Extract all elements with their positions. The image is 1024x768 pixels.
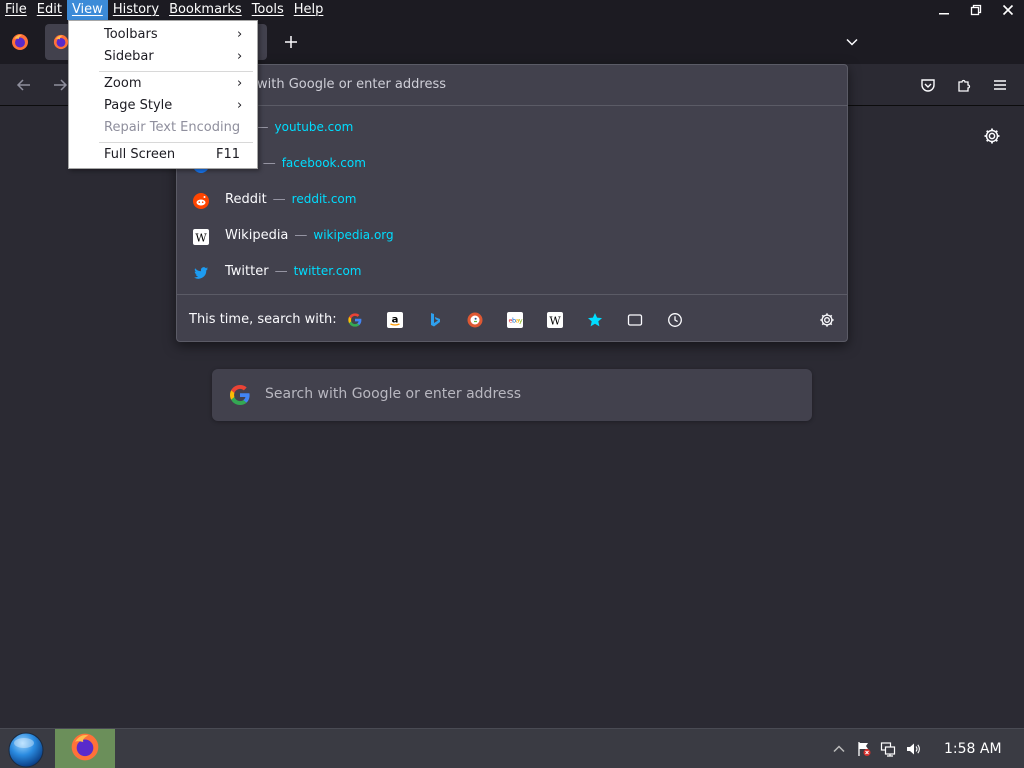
result-dash: —	[272, 192, 286, 207]
new-tab-plus-icon[interactable]	[279, 30, 303, 54]
result-url: reddit.com	[291, 192, 357, 206]
google-icon[interactable]	[345, 310, 365, 330]
menu-bar: File Edit View History Bookmarks Tools H…	[0, 0, 1024, 20]
duckduckgo-icon[interactable]	[465, 310, 485, 330]
google-icon	[228, 383, 252, 411]
wikipedia-icon[interactable]: W	[545, 310, 565, 330]
urlbar-result-twitter[interactable]: Twitter — twitter.com	[177, 255, 847, 291]
view-menu-page-style[interactable]: Page Style ›	[69, 95, 257, 117]
bing-icon[interactable]	[425, 310, 445, 330]
start-menu-orb-icon[interactable]	[6, 732, 46, 768]
extensions-puzzle-icon[interactable]	[952, 73, 976, 97]
window-controls	[928, 0, 1024, 20]
urlbar-result-reddit[interactable]: Reddit — reddit.com	[177, 183, 847, 219]
submenu-chevron-right-icon: ›	[237, 98, 243, 113]
svg-text:y: y	[519, 317, 523, 325]
taskbar-clock[interactable]: 1:58 AM	[944, 741, 1002, 757]
result-url: twitter.com	[293, 264, 362, 278]
tray-expand-chevron-up-icon[interactable]	[830, 740, 848, 758]
action-center-flag-icon[interactable]	[855, 740, 873, 758]
reddit-icon	[193, 193, 209, 209]
search-settings-gear-icon[interactable]	[817, 310, 837, 330]
menu-history[interactable]: History	[108, 0, 164, 20]
view-menu-popup: Toolbars › Sidebar › Zoom › Page Style ›…	[68, 20, 258, 169]
history-icon[interactable]	[665, 310, 685, 330]
ebay-icon[interactable]: ebay	[505, 310, 525, 330]
firefox-icon	[70, 732, 100, 766]
network-icon[interactable]	[879, 740, 897, 758]
bookmarks-star-icon[interactable]	[585, 310, 605, 330]
menu-item-label: Zoom	[104, 76, 142, 91]
firefox-view-icon[interactable]	[6, 28, 34, 56]
wikipedia-icon: W	[193, 229, 209, 245]
oneoff-search-label: This time, search with:	[189, 312, 337, 327]
taskbar-firefox-button[interactable]	[55, 729, 115, 768]
urlbar-result-facebook[interactable]: book—facebook.com	[177, 147, 847, 183]
result-dash: —	[294, 228, 308, 243]
minimize-icon[interactable]	[928, 0, 960, 20]
menu-item-label: Toolbars	[104, 27, 158, 42]
result-url: youtube.com	[274, 120, 354, 134]
result-dash: —	[262, 156, 276, 171]
volume-speaker-icon[interactable]	[904, 740, 922, 758]
svg-text:a: a	[392, 315, 399, 326]
result-title: Twitter	[225, 264, 269, 279]
list-all-tabs-chevron-down-icon[interactable]	[842, 32, 862, 52]
newtab-settings-gear-icon[interactable]	[982, 126, 1002, 146]
result-url: wikipedia.org	[313, 228, 394, 242]
urlbar-separator	[177, 294, 847, 295]
menu-item-label: Sidebar	[104, 49, 154, 64]
urlbar-result-wikipedia[interactable]: W Wikipedia — wikipedia.org	[177, 219, 847, 255]
menu-item-shortcut: F11	[216, 147, 241, 162]
menu-view[interactable]: View	[66, 0, 108, 20]
mouse-pointer-icon	[502, 763, 512, 768]
menu-item-label: Page Style	[104, 98, 173, 113]
menu-separator	[99, 71, 253, 72]
result-title: Reddit	[225, 192, 267, 207]
view-menu-full-screen[interactable]: Full Screen F11	[69, 144, 257, 166]
result-title: Wikipedia	[225, 228, 289, 243]
urlbar-input[interactable]: with Google or enter address	[257, 77, 446, 92]
newtab-search-placeholder: Search with Google or enter address	[265, 386, 522, 402]
view-menu-toolbars[interactable]: Toolbars ›	[69, 24, 257, 46]
taskbar: 1:58 AM	[0, 728, 1024, 768]
close-icon[interactable]	[992, 0, 1024, 20]
menu-edit[interactable]: Edit	[32, 0, 67, 20]
view-menu-sidebar[interactable]: Sidebar ›	[69, 46, 257, 68]
menu-item-label: Full Screen	[104, 147, 176, 162]
submenu-chevron-right-icon: ›	[237, 49, 243, 64]
menu-file[interactable]: File	[0, 0, 32, 20]
view-menu-zoom[interactable]: Zoom ›	[69, 73, 257, 95]
twitter-icon	[193, 265, 209, 281]
submenu-chevron-right-icon: ›	[237, 76, 243, 91]
menu-help[interactable]: Help	[289, 0, 329, 20]
view-menu-repair-text-encoding: Repair Text Encoding	[69, 117, 257, 139]
newtab-search-box[interactable]: Search with Google or enter address	[212, 369, 812, 421]
pocket-icon[interactable]	[916, 73, 940, 97]
hamburger-menu-icon[interactable]	[988, 73, 1012, 97]
urlbar-separator	[177, 105, 847, 106]
submenu-chevron-right-icon: ›	[237, 27, 243, 42]
svg-text:W: W	[195, 232, 207, 245]
menu-bookmarks[interactable]: Bookmarks	[164, 0, 247, 20]
urlbar-dropdown: with Google or enter address ube—youtube…	[176, 64, 848, 342]
menu-separator	[99, 142, 253, 143]
back-arrow-icon[interactable]	[12, 73, 36, 97]
result-url: facebook.com	[281, 156, 366, 170]
tabs-icon[interactable]	[625, 310, 645, 330]
svg-text:W: W	[549, 315, 561, 328]
firefox-favicon-icon	[53, 34, 69, 54]
menu-item-label: Repair Text Encoding	[104, 120, 241, 135]
result-dash: —	[274, 264, 288, 279]
urlbar-result-youtube[interactable]: ube—youtube.com	[177, 111, 847, 147]
restore-icon[interactable]	[960, 0, 992, 20]
menu-tools[interactable]: Tools	[247, 0, 289, 20]
amazon-icon[interactable]: a	[385, 310, 405, 330]
